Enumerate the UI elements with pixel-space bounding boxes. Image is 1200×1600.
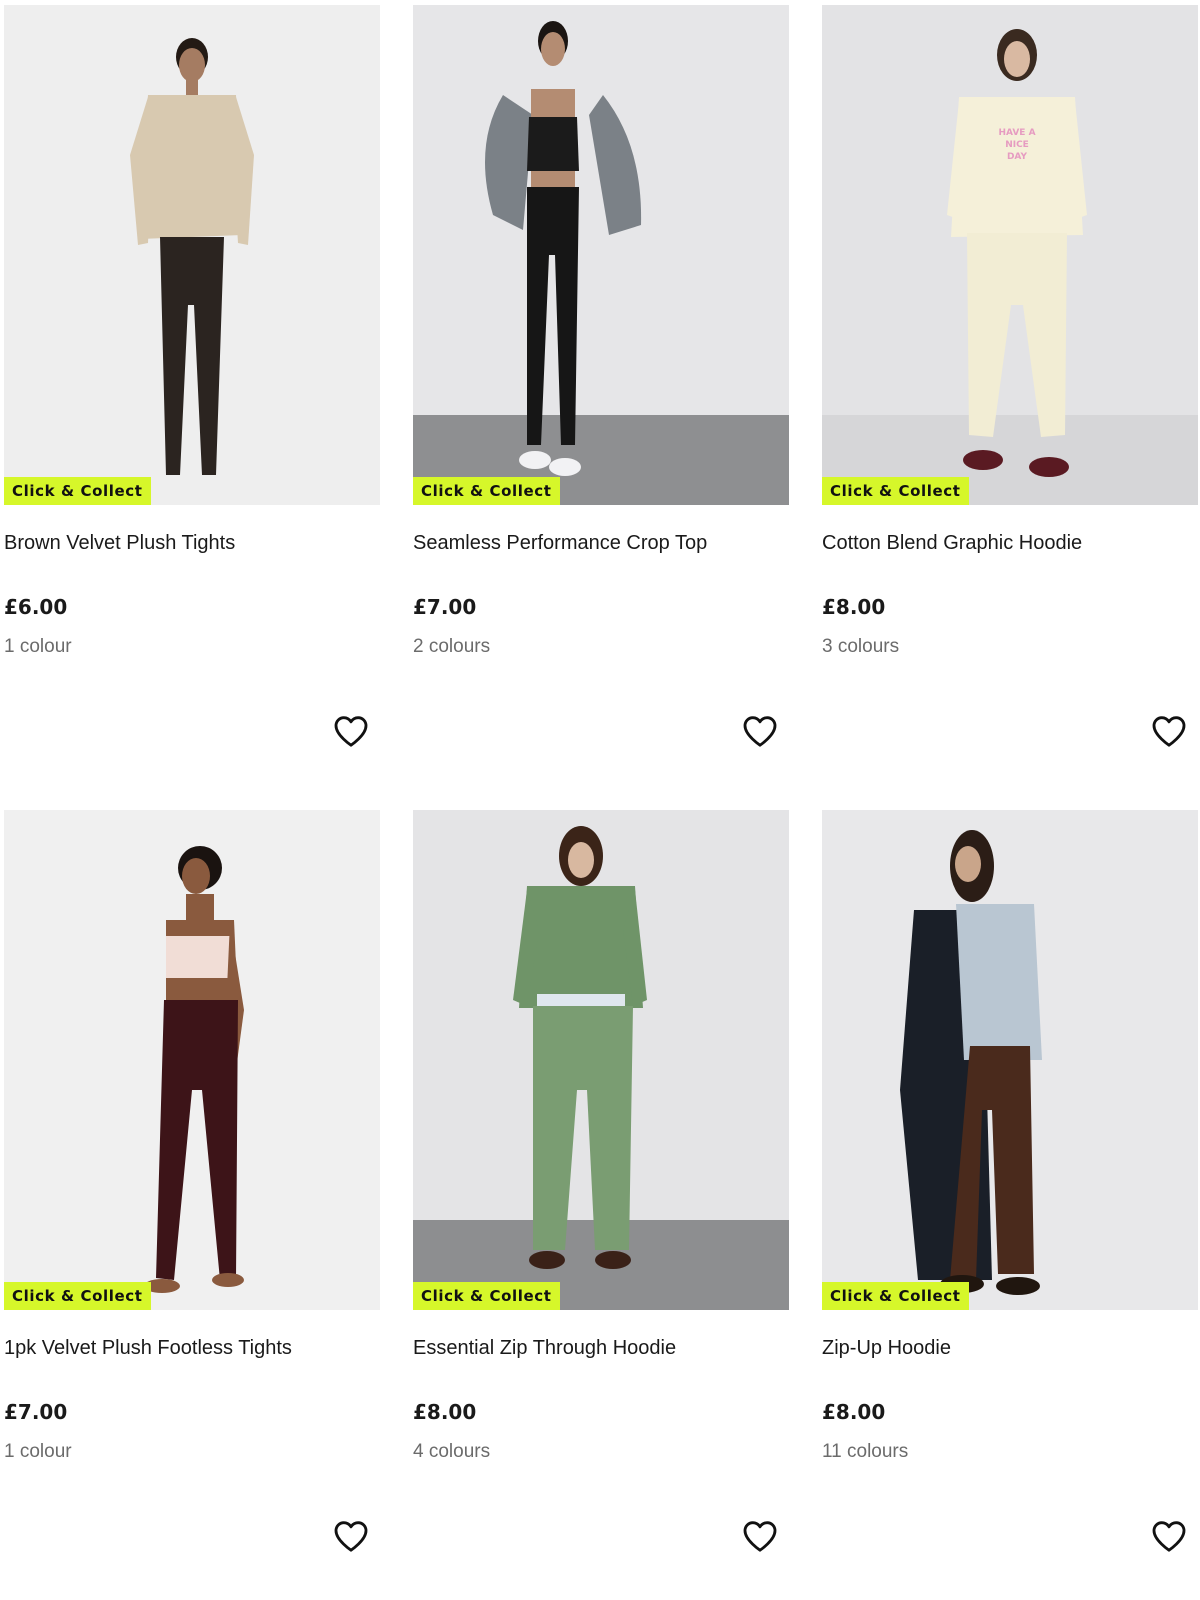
product-price: £7.00 <box>4 1400 68 1424</box>
product-image[interactable] <box>413 5 789 505</box>
colour-count: 1 colour <box>4 1441 72 1462</box>
product-name[interactable]: Cotton Blend Graphic Hoodie <box>822 531 1198 555</box>
wishlist-heart-icon[interactable] <box>331 1516 371 1556</box>
product-name[interactable]: Brown Velvet Plush Tights <box>4 531 380 555</box>
product-image[interactable] <box>822 810 1198 1310</box>
product-price: £8.00 <box>822 595 886 619</box>
product-name[interactable]: Seamless Performance Crop Top <box>413 531 789 555</box>
product-grid: Click & Collect Brown Velvet Plush Tight… <box>0 0 1200 1553</box>
click-and-collect-badge: Click & Collect <box>4 1282 151 1310</box>
product-card[interactable]: Click & Collect Brown Velvet Plush Tight… <box>4 5 380 795</box>
colour-count: 11 colours <box>822 1441 909 1462</box>
colour-count: 2 colours <box>413 636 491 657</box>
wishlist-heart-icon[interactable] <box>331 711 371 751</box>
colour-count: 3 colours <box>822 636 900 657</box>
wishlist-heart-icon[interactable] <box>740 1516 780 1556</box>
product-price: £7.00 <box>413 595 477 619</box>
product-image[interactable] <box>413 810 789 1310</box>
product-image[interactable] <box>4 5 380 505</box>
click-and-collect-badge: Click & Collect <box>4 477 151 505</box>
product-price: £6.00 <box>4 595 68 619</box>
product-image[interactable]: HAVE A NICE DAY <box>822 5 1198 505</box>
product-name[interactable]: Essential Zip Through Hoodie <box>413 1336 789 1360</box>
product-image[interactable] <box>4 810 380 1310</box>
wishlist-heart-icon[interactable] <box>740 711 780 751</box>
svg-text:DAY: DAY <box>1007 152 1028 162</box>
product-price: £8.00 <box>822 1400 886 1424</box>
product-card[interactable]: Click & Collect Seamless Performance Cro… <box>413 5 789 795</box>
svg-text:NICE: NICE <box>1005 140 1029 150</box>
product-name[interactable]: 1pk Velvet Plush Footless Tights <box>4 1336 380 1360</box>
click-and-collect-badge: Click & Collect <box>413 1282 560 1310</box>
wishlist-heart-icon[interactable] <box>1149 711 1189 751</box>
product-card[interactable]: Click & Collect Zip-Up Hoodie £8.00 11 c… <box>822 810 1198 1600</box>
click-and-collect-badge: Click & Collect <box>413 477 560 505</box>
wishlist-heart-icon[interactable] <box>1149 1516 1189 1556</box>
click-and-collect-badge: Click & Collect <box>822 477 969 505</box>
product-name[interactable]: Zip-Up Hoodie <box>822 1336 1198 1360</box>
svg-text:HAVE A: HAVE A <box>998 128 1035 138</box>
click-and-collect-badge: Click & Collect <box>822 1282 969 1310</box>
product-price: £8.00 <box>413 1400 477 1424</box>
product-card[interactable]: HAVE A NICE DAY Click & Collect Cotton B… <box>822 5 1198 795</box>
colour-count: 4 colours <box>413 1441 491 1462</box>
product-card[interactable]: Click & Collect 1pk Velvet Plush Footles… <box>4 810 380 1600</box>
product-card[interactable]: Click & Collect Essential Zip Through Ho… <box>413 810 789 1600</box>
colour-count: 1 colour <box>4 636 72 657</box>
